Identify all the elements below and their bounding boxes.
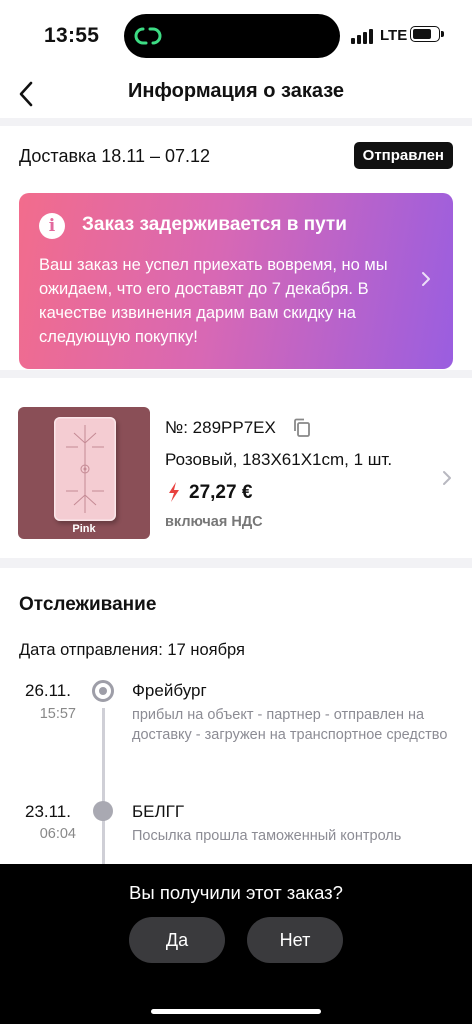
- ship-date: Дата отправления: 17 ноября: [19, 641, 245, 659]
- no-button[interactable]: Нет: [247, 917, 343, 963]
- delay-notice-title: Заказ задерживается в пути: [82, 214, 347, 235]
- event-date: 26.11.: [24, 681, 71, 700]
- event-time: 15:57: [39, 706, 76, 722]
- network-label: LTE: [380, 27, 408, 44]
- delivery-section: Доставка 18.11 – 07.12 Отправлен i Заказ…: [0, 126, 472, 370]
- battery-icon: [410, 26, 444, 42]
- status-badge: Отправлен: [353, 142, 453, 169]
- order-number: №: 289PP7EX: [165, 418, 276, 437]
- dynamic-island: [124, 14, 340, 58]
- copy-icon[interactable]: [292, 417, 312, 439]
- timeline-line: [102, 708, 105, 878]
- tracking-title: Отслеживание: [19, 594, 157, 615]
- page-title: Информация о заказе: [127, 80, 345, 102]
- info-icon: i: [39, 213, 65, 239]
- vat-note: включая НДС: [165, 514, 263, 530]
- received-question: Вы получили этот заказ?: [129, 882, 343, 903]
- current-location-icon: [92, 680, 114, 702]
- home-indicator[interactable]: [151, 1009, 321, 1014]
- event-time: 06:04: [39, 826, 76, 842]
- product-image: Pink: [18, 407, 150, 539]
- yes-button[interactable]: Да: [129, 917, 225, 963]
- event-description: прибыл на объект - партнер - отправлен н…: [132, 707, 448, 743]
- product-card[interactable]: Pink №: 289PP7EX Розовый, 183X61X1cm, 1 …: [0, 378, 472, 558]
- product-price: 27,27 €: [189, 482, 253, 503]
- order-received-prompt: Вы получили этот заказ? Да Нет: [0, 864, 472, 1024]
- delivery-dates: Доставка 18.11 – 07.12: [19, 146, 211, 166]
- status-time: 13:55: [44, 24, 100, 47]
- delay-notice-banner[interactable]: i Заказ задерживается в пути Ваш заказ н…: [19, 193, 453, 369]
- app-activity-icon: [134, 27, 162, 45]
- chevron-right-icon: [422, 272, 430, 286]
- product-variant: Розовый, 183X61X1cm, 1 шт.: [165, 450, 393, 469]
- yoga-mat-graphic: [54, 417, 116, 521]
- delay-notice-body: Ваш заказ не успел приехать вовремя, но …: [39, 256, 388, 346]
- product-image-label: Pink: [72, 523, 96, 535]
- navigation-bar: Информация о заказе: [0, 70, 472, 118]
- status-bar: 13:55 LTE: [0, 0, 472, 70]
- lightning-icon: [169, 482, 179, 502]
- event-city: Фрейбург: [132, 681, 207, 700]
- event-description: Посылка прошла таможенный контроль: [132, 828, 402, 844]
- event-city: БЕЛГГ: [132, 802, 185, 821]
- timeline-dot-icon: [93, 801, 113, 821]
- mat-pattern-icon: [66, 425, 104, 513]
- signal-icon: [351, 28, 375, 44]
- tracking-section: Отслеживание Дата отправления: 17 ноября…: [0, 568, 472, 878]
- event-date: 23.11.: [24, 802, 71, 821]
- chevron-right-icon: [443, 471, 451, 485]
